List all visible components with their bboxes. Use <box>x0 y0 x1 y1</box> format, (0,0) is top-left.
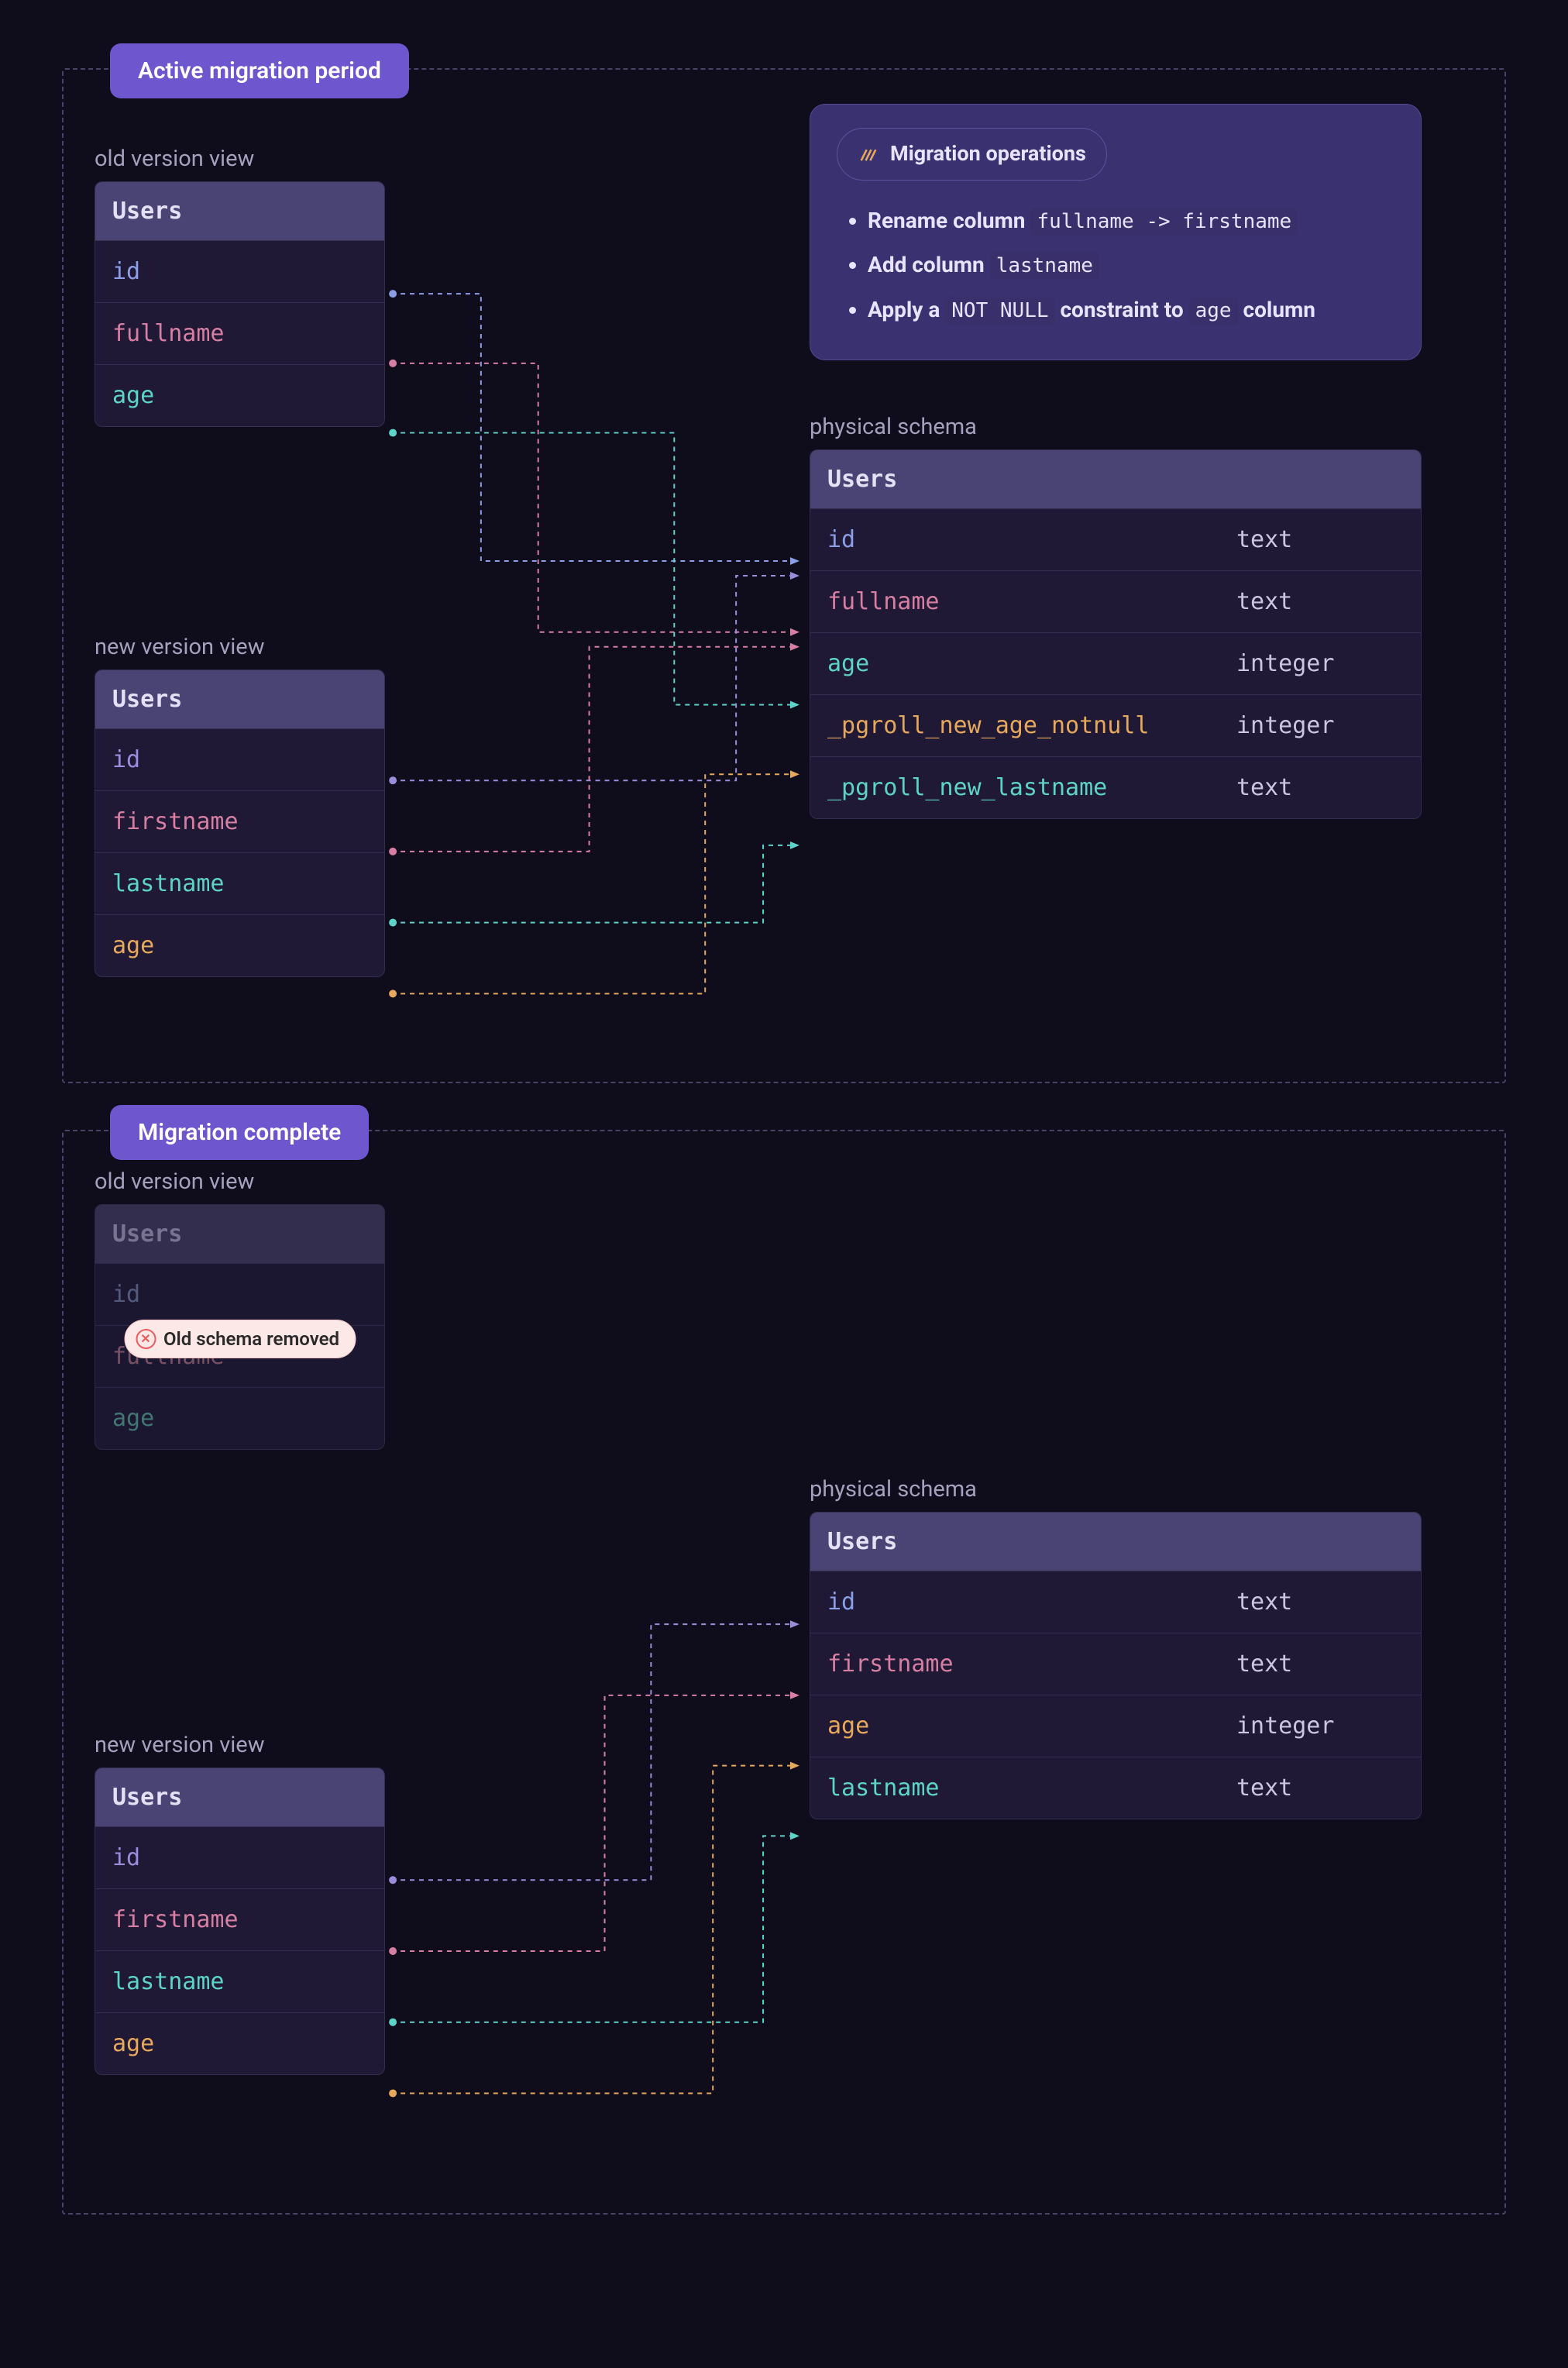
column-name: lastname <box>95 1951 384 2012</box>
column-type: text <box>1219 571 1421 632</box>
table-row: fullname <box>95 302 384 364</box>
table-row: ageinteger <box>810 632 1421 694</box>
table-row: fullnametext <box>810 570 1421 632</box>
table-row: lastname <box>95 1950 384 2012</box>
physical-table-head: Users <box>810 450 1421 508</box>
column-name: firstname <box>95 1889 384 1950</box>
table-row: id <box>95 240 384 302</box>
new-view-label: new version view <box>95 634 385 660</box>
table-row: age <box>95 2012 384 2074</box>
column-type: integer <box>1219 695 1421 756</box>
table-row: age <box>95 364 384 426</box>
removed-badge: ✕ Old schema removed <box>124 1320 356 1358</box>
table-row: age <box>95 914 384 976</box>
stage-active: Active migration period .conn{fill:none;… <box>62 68 1506 1083</box>
column-name: id <box>95 1827 384 1888</box>
operations-title: Migration operations <box>837 128 1107 181</box>
table-row: id <box>95 728 384 790</box>
new-view-group: new version view Users id firstname last… <box>95 1732 385 2075</box>
physical-table: Users idtext firstnametext ageinteger la… <box>810 1512 1422 1819</box>
column-name: age <box>95 915 384 976</box>
stage-badge: Migration complete <box>110 1105 369 1160</box>
column-name: age <box>810 1695 1219 1757</box>
column-name: fullname <box>95 303 384 364</box>
table-row: _pgroll_new_age_notnullinteger <box>810 694 1421 756</box>
operations-list: Rename column fullname -> firstname Add … <box>837 202 1394 329</box>
stage-badge: Active migration period <box>110 43 409 98</box>
column-name: firstname <box>95 791 384 852</box>
column-name: id <box>95 729 384 790</box>
column-type: integer <box>1219 633 1421 694</box>
physical-table: Users idtext fullnametext ageinteger _pg… <box>810 449 1422 819</box>
table-row: lastnametext <box>810 1757 1421 1819</box>
table-row: firstname <box>95 1888 384 1950</box>
column-name: _pgroll_new_lastname <box>810 757 1219 818</box>
table-row: idtext <box>810 1571 1421 1633</box>
column-name: _pgroll_new_age_notnull <box>810 695 1219 756</box>
table-row: id <box>95 1263 384 1325</box>
table-row: idtext <box>810 508 1421 570</box>
column-name: id <box>810 1571 1219 1633</box>
column-name: lastname <box>95 853 384 914</box>
table-row: firstnametext <box>810 1633 1421 1695</box>
table-row: firstname <box>95 790 384 852</box>
old-view-label: old version view <box>95 146 385 172</box>
column-type: text <box>1219 1757 1421 1819</box>
physical-group: physical schema Users idtext fullnametex… <box>810 414 1422 819</box>
column-type: text <box>1219 509 1421 570</box>
column-type: text <box>1219 757 1421 818</box>
column-name: lastname <box>810 1757 1219 1819</box>
column-name: firstname <box>810 1633 1219 1695</box>
column-name: id <box>810 509 1219 570</box>
new-view-table: Users id firstname lastname age <box>95 669 385 977</box>
physical-table-head: Users <box>810 1513 1421 1571</box>
table-row: _pgroll_new_lastnametext <box>810 756 1421 818</box>
column-name: id <box>95 1264 384 1325</box>
operations-box: Migration operations Rename column fulln… <box>810 104 1422 360</box>
new-view-label: new version view <box>95 1732 385 1758</box>
operation-item: Apply a NOT NULL constraint to age colum… <box>868 291 1394 329</box>
old-view-label: old version view <box>95 1169 385 1195</box>
old-view-group-removed: old version view Users id fullname age ✕… <box>95 1169 385 1450</box>
physical-label: physical schema <box>810 414 1422 440</box>
column-name: fullname <box>810 571 1219 632</box>
old-view-table-head: Users <box>95 182 384 240</box>
table-row: lastname <box>95 852 384 914</box>
column-type: text <box>1219 1633 1421 1695</box>
column-name: age <box>810 633 1219 694</box>
migration-icon <box>858 143 879 165</box>
table-row: age <box>95 1387 384 1449</box>
physical-group: physical schema Users idtext firstnamete… <box>810 1476 1422 1819</box>
column-type: text <box>1219 1571 1421 1633</box>
column-type: integer <box>1219 1695 1421 1757</box>
column-name: id <box>95 241 384 302</box>
operation-item: Rename column fullname -> firstname <box>868 202 1394 239</box>
old-view-table-head: Users <box>95 1205 384 1263</box>
new-view-table-head: Users <box>95 670 384 728</box>
physical-label: physical schema <box>810 1476 1422 1502</box>
operation-item: Add column lastname <box>868 246 1394 284</box>
new-view-group: new version view Users id firstname last… <box>95 634 385 977</box>
column-name: age <box>95 2013 384 2074</box>
table-row: ageinteger <box>810 1695 1421 1757</box>
column-name: age <box>95 365 384 426</box>
new-view-table-head: Users <box>95 1768 384 1826</box>
stage-complete: Migration complete old version view User… <box>62 1130 1506 2215</box>
table-row: id <box>95 1826 384 1888</box>
column-name: age <box>95 1388 384 1449</box>
old-view-table: Users id fullname age <box>95 181 385 427</box>
new-view-table: Users id firstname lastname age <box>95 1767 385 2075</box>
old-view-group: old version view Users id fullname age <box>95 146 385 427</box>
close-circle-icon: ✕ <box>136 1329 156 1349</box>
